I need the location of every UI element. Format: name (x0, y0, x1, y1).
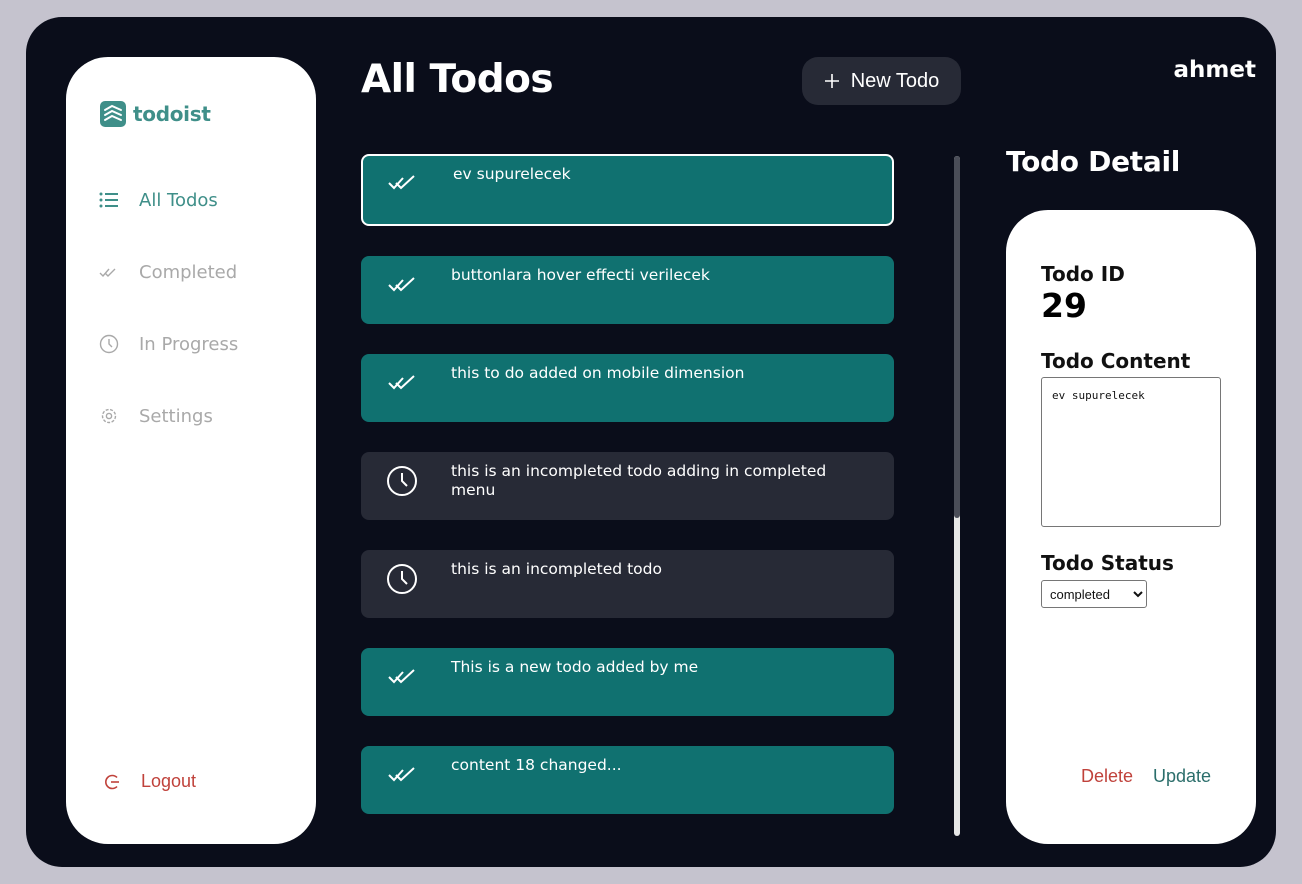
sidebar-item-label: In Progress (139, 333, 239, 355)
todo-content-label: Todo Content (1041, 349, 1191, 373)
todoist-logo-icon (100, 101, 126, 127)
clock-icon (98, 333, 120, 355)
sidebar: todoist All Todos Completed In Progress … (66, 57, 316, 844)
logout-icon (104, 773, 122, 791)
todo-text: content 18 changed... (451, 756, 622, 774)
todo-text: buttonlara hover effecti verilecek (451, 266, 710, 284)
todo-text: this is an incompleted todo adding in co… (451, 462, 827, 499)
double-check-icon (385, 660, 419, 694)
todo-id-label: Todo ID (1041, 262, 1125, 286)
detail-title: Todo Detail (1006, 145, 1181, 178)
todo-text: This is a new todo added by me (451, 658, 699, 676)
double-check-icon (385, 366, 419, 400)
double-check-icon (385, 166, 419, 200)
sidebar-item-settings[interactable]: Settings (98, 405, 213, 427)
todo-item[interactable]: this is an incompleted todo (361, 550, 894, 618)
clock-icon (385, 464, 419, 498)
todo-status-label: Todo Status (1041, 551, 1174, 575)
double-check-icon (385, 758, 419, 792)
todo-item[interactable]: content 18 changed... (361, 746, 894, 814)
todo-item[interactable]: ev supurelecek (361, 154, 894, 226)
todo-item[interactable]: this is an incompleted todo adding in co… (361, 452, 894, 520)
plus-icon (824, 73, 840, 89)
clock-icon (385, 562, 419, 596)
logout-button[interactable]: Logout (104, 771, 196, 792)
delete-button[interactable]: Delete (1081, 766, 1133, 787)
todo-status-select[interactable]: completed (1041, 580, 1147, 608)
sidebar-item-in-progress[interactable]: In Progress (98, 333, 238, 355)
todo-list-scrollbar[interactable] (954, 156, 960, 836)
sidebar-item-label: All Todos (139, 189, 218, 211)
gear-icon (98, 405, 120, 427)
logo[interactable]: todoist (100, 101, 211, 127)
double-check-icon (385, 268, 419, 302)
new-todo-button[interactable]: New Todo (802, 57, 961, 105)
sidebar-item-all-todos[interactable]: All Todos (98, 189, 218, 211)
todo-item[interactable]: buttonlara hover effecti verilecek (361, 256, 894, 324)
todo-text: this is an incompleted todo (451, 560, 662, 578)
todo-detail-card: Todo ID 29 Todo Content ev supurelecek T… (1006, 210, 1256, 844)
scrollbar-thumb[interactable] (954, 156, 960, 518)
list-icon (98, 189, 120, 211)
sidebar-item-label: Completed (139, 261, 238, 283)
todo-item[interactable]: This is a new todo added by me (361, 648, 894, 716)
page-title: All Todos (361, 57, 554, 102)
todo-content-field[interactable]: ev supurelecek (1041, 377, 1221, 527)
new-todo-label: New Todo (850, 69, 940, 92)
todo-item[interactable]: this to do added on mobile dimension (361, 354, 894, 422)
app-window: todoist All Todos Completed In Progress … (26, 17, 1276, 867)
double-check-icon (98, 261, 120, 283)
todo-list: ev supurelecek buttonlara hover effecti … (361, 154, 894, 844)
update-button[interactable]: Update (1153, 766, 1211, 787)
todo-text: this to do added on mobile dimension (451, 364, 745, 382)
todo-id-value: 29 (1041, 286, 1087, 325)
sidebar-item-completed[interactable]: Completed (98, 261, 237, 283)
username[interactable]: ahmet (1174, 57, 1256, 83)
todo-text: ev supurelecek (453, 165, 571, 183)
logo-text: todoist (133, 102, 211, 126)
sidebar-item-label: Settings (139, 405, 213, 427)
logout-label: Logout (141, 771, 197, 791)
